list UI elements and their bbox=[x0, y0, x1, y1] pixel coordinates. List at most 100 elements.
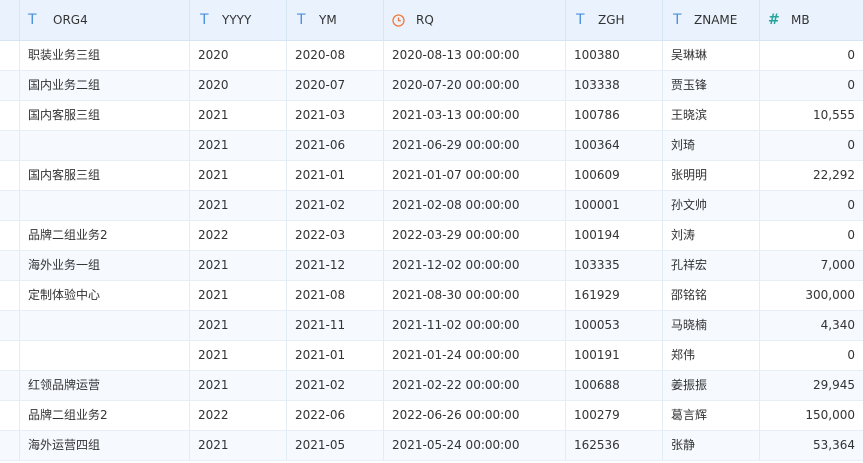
cell-ym[interactable]: 2021-02 bbox=[287, 191, 384, 221]
column-header-zname[interactable]: T ZNAME bbox=[663, 0, 760, 40]
cell-org4[interactable] bbox=[20, 311, 190, 341]
table-row[interactable]: 2021 2021-01 2021-01-24 00:00:00 100191 郑伟 0 bbox=[0, 341, 863, 371]
cell-zname[interactable]: 王晓滨 bbox=[663, 101, 760, 131]
cell-rq[interactable]: 2021-01-07 00:00:00 bbox=[384, 161, 566, 191]
table-row[interactable]: 品牌二组业务2 2022 2022-06 2022-06-26 00:00:00 100… bbox=[0, 401, 863, 431]
cell-yyyy[interactable]: 2021 bbox=[190, 251, 287, 281]
column-header-yyyy[interactable]: T YYYY bbox=[190, 0, 287, 40]
cell-mb[interactable]: 0 bbox=[760, 341, 863, 371]
cell-mb[interactable]: 0 bbox=[760, 191, 863, 221]
cell-rq[interactable]: 2020-07-20 00:00:00 bbox=[384, 71, 566, 101]
cell-org4[interactable]: 海外运营四组 bbox=[20, 431, 190, 461]
cell-zname[interactable]: 刘琦 bbox=[663, 131, 760, 161]
cell-yyyy[interactable]: 2021 bbox=[190, 161, 287, 191]
cell-zname[interactable]: 葛言辉 bbox=[663, 401, 760, 431]
column-header-rq[interactable]: RQ bbox=[384, 0, 566, 40]
cell-zname[interactable]: 张明明 bbox=[663, 161, 760, 191]
cell-zgh[interactable]: 100279 bbox=[566, 401, 663, 431]
cell-yyyy[interactable]: 2021 bbox=[190, 311, 287, 341]
cell-mb[interactable]: 0 bbox=[760, 221, 863, 251]
cell-ym[interactable]: 2021-03 bbox=[287, 101, 384, 131]
cell-mb[interactable]: 4,340 bbox=[760, 311, 863, 341]
cell-rq[interactable]: 2021-06-29 00:00:00 bbox=[384, 131, 566, 161]
cell-ym[interactable]: 2021-01 bbox=[287, 341, 384, 371]
cell-rq[interactable]: 2021-01-24 00:00:00 bbox=[384, 341, 566, 371]
cell-zgh[interactable]: 100364 bbox=[566, 131, 663, 161]
cell-ym[interactable]: 2022-03 bbox=[287, 221, 384, 251]
cell-rq[interactable]: 2021-12-02 00:00:00 bbox=[384, 251, 566, 281]
cell-ym[interactable]: 2022-06 bbox=[287, 401, 384, 431]
cell-zgh[interactable]: 103335 bbox=[566, 251, 663, 281]
table-row[interactable]: 红领品牌运营 2021 2021-02 2021-02-22 00:00:00 1006… bbox=[0, 371, 863, 401]
cell-rq[interactable]: 2021-02-22 00:00:00 bbox=[384, 371, 566, 401]
cell-rq[interactable]: 2021-03-13 00:00:00 bbox=[384, 101, 566, 131]
cell-ym[interactable]: 2021-06 bbox=[287, 131, 384, 161]
cell-mb[interactable]: 150,000 bbox=[760, 401, 863, 431]
cell-yyyy[interactable]: 2020 bbox=[190, 71, 287, 101]
cell-yyyy[interactable]: 2021 bbox=[190, 431, 287, 461]
cell-zgh[interactable]: 162536 bbox=[566, 431, 663, 461]
cell-mb[interactable]: 10,555 bbox=[760, 101, 863, 131]
cell-org4[interactable]: 品牌二组业务2 bbox=[20, 401, 190, 431]
cell-yyyy[interactable]: 2022 bbox=[190, 401, 287, 431]
cell-org4[interactable]: 红领品牌运营 bbox=[20, 371, 190, 401]
cell-zname[interactable]: 郑伟 bbox=[663, 341, 760, 371]
cell-zname[interactable]: 贾玉锋 bbox=[663, 71, 760, 101]
cell-ym[interactable]: 2021-11 bbox=[287, 311, 384, 341]
cell-org4[interactable] bbox=[20, 191, 190, 221]
cell-rq[interactable]: 2022-06-26 00:00:00 bbox=[384, 401, 566, 431]
cell-org4[interactable]: 国内客服三组 bbox=[20, 161, 190, 191]
table-row[interactable]: 2021 2021-11 2021-11-02 00:00:00 100053 马晓楠 4… bbox=[0, 311, 863, 341]
column-header-org4[interactable]: T ORG4 bbox=[20, 0, 190, 40]
cell-zname[interactable]: 刘涛 bbox=[663, 221, 760, 251]
cell-rq[interactable]: 2021-11-02 00:00:00 bbox=[384, 311, 566, 341]
cell-zgh[interactable]: 100609 bbox=[566, 161, 663, 191]
table-row[interactable]: 海外业务一组 2021 2021-12 2021-12-02 00:00:00 1033… bbox=[0, 251, 863, 281]
table-row[interactable]: 2021 2021-06 2021-06-29 00:00:00 100364 刘琦 0 bbox=[0, 131, 863, 161]
cell-zname[interactable]: 吴琳琳 bbox=[663, 41, 760, 71]
cell-ym[interactable]: 2021-05 bbox=[287, 431, 384, 461]
cell-mb[interactable]: 0 bbox=[760, 131, 863, 161]
cell-rq[interactable]: 2021-08-30 00:00:00 bbox=[384, 281, 566, 311]
cell-zgh[interactable]: 100786 bbox=[566, 101, 663, 131]
cell-org4[interactable]: 国内业务二组 bbox=[20, 71, 190, 101]
cell-zgh[interactable]: 103338 bbox=[566, 71, 663, 101]
cell-yyyy[interactable]: 2021 bbox=[190, 341, 287, 371]
cell-zname[interactable]: 姜振振 bbox=[663, 371, 760, 401]
cell-mb[interactable]: 300,000 bbox=[760, 281, 863, 311]
cell-zname[interactable]: 孙文帅 bbox=[663, 191, 760, 221]
cell-org4[interactable]: 品牌二组业务2 bbox=[20, 221, 190, 251]
cell-zname[interactable]: 马晓楠 bbox=[663, 311, 760, 341]
cell-yyyy[interactable]: 2021 bbox=[190, 131, 287, 161]
cell-rq[interactable]: 2021-02-08 00:00:00 bbox=[384, 191, 566, 221]
cell-yyyy[interactable]: 2022 bbox=[190, 221, 287, 251]
cell-ym[interactable]: 2021-01 bbox=[287, 161, 384, 191]
cell-org4[interactable]: 定制体验中心 bbox=[20, 281, 190, 311]
cell-org4[interactable] bbox=[20, 131, 190, 161]
cell-ym[interactable]: 2021-12 bbox=[287, 251, 384, 281]
cell-org4[interactable]: 海外业务一组 bbox=[20, 251, 190, 281]
cell-rq[interactable]: 2020-08-13 00:00:00 bbox=[384, 41, 566, 71]
cell-zgh[interactable]: 100001 bbox=[566, 191, 663, 221]
table-row[interactable]: 国内业务二组 2020 2020-07 2020-07-20 00:00:00 1033… bbox=[0, 71, 863, 101]
table-row[interactable]: 定制体验中心 2021 2021-08 2021-08-30 00:00:00 1619… bbox=[0, 281, 863, 311]
cell-yyyy[interactable]: 2021 bbox=[190, 191, 287, 221]
cell-rq[interactable]: 2022-03-29 00:00:00 bbox=[384, 221, 566, 251]
table-row[interactable]: 海外运营四组 2021 2021-05 2021-05-24 00:00:00 1625… bbox=[0, 431, 863, 461]
cell-zname[interactable]: 张静 bbox=[663, 431, 760, 461]
column-header-mb[interactable]: # MB bbox=[760, 0, 863, 40]
cell-zname[interactable]: 孔祥宏 bbox=[663, 251, 760, 281]
table-row[interactable]: 2021 2021-02 2021-02-08 00:00:00 100001 孙文帅 0 bbox=[0, 191, 863, 221]
cell-mb[interactable]: 0 bbox=[760, 41, 863, 71]
cell-yyyy[interactable]: 2020 bbox=[190, 41, 287, 71]
cell-org4[interactable]: 职装业务三组 bbox=[20, 41, 190, 71]
cell-yyyy[interactable]: 2021 bbox=[190, 101, 287, 131]
cell-ym[interactable]: 2021-08 bbox=[287, 281, 384, 311]
cell-org4[interactable] bbox=[20, 341, 190, 371]
cell-yyyy[interactable]: 2021 bbox=[190, 281, 287, 311]
cell-zgh[interactable]: 100053 bbox=[566, 311, 663, 341]
table-row[interactable]: 国内客服三组 2021 2021-03 2021-03-13 00:00:00 1007… bbox=[0, 101, 863, 131]
cell-zgh[interactable]: 100380 bbox=[566, 41, 663, 71]
cell-ym[interactable]: 2021-02 bbox=[287, 371, 384, 401]
cell-org4[interactable]: 国内客服三组 bbox=[20, 101, 190, 131]
